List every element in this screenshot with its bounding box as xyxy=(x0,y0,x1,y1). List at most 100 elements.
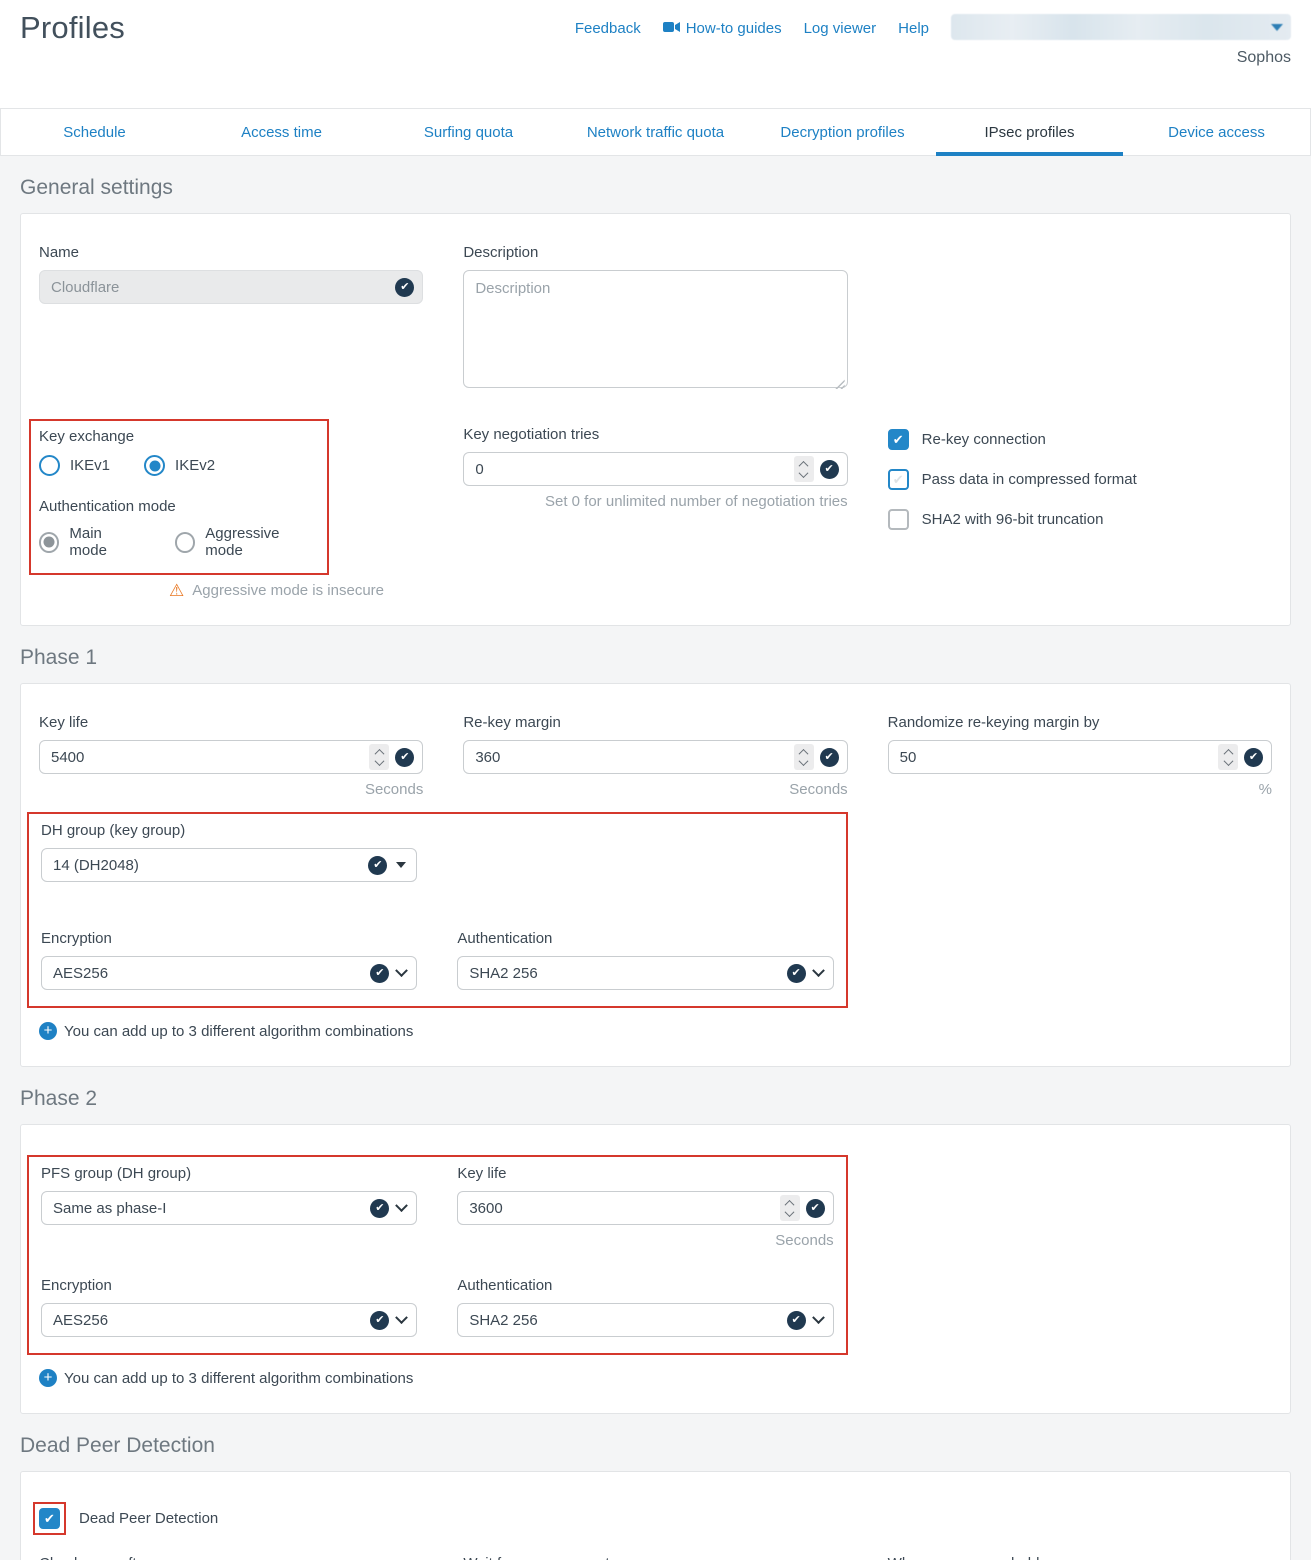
randomize-margin-input[interactable] xyxy=(900,749,1218,766)
rekey-connection-label: Re-key connection xyxy=(922,431,1046,448)
phase2-encryption-value: AES256 xyxy=(53,1312,370,1329)
dpd-checkbox-highlight-box: ✔ xyxy=(33,1502,66,1535)
phase1-authentication-select[interactable]: SHA2 256 ✔ xyxy=(457,956,833,990)
account-area: Sophos xyxy=(951,14,1291,67)
auth-mode-label: Authentication mode xyxy=(39,498,317,515)
help-link[interactable]: Help xyxy=(898,20,929,37)
feedback-link[interactable]: Feedback xyxy=(575,20,641,37)
ikev2-radio[interactable] xyxy=(144,455,165,476)
key-negotiation-input[interactable] xyxy=(475,461,793,478)
phase1-encryption-group: Encryption AES256 ✔ xyxy=(41,930,417,990)
tab-access-time[interactable]: Access time xyxy=(188,109,375,155)
tab-schedule[interactable]: Schedule xyxy=(1,109,188,155)
phase2-add-note: You can add up to 3 different algorithm … xyxy=(64,1370,413,1387)
phase2-key-life-input[interactable] xyxy=(469,1200,779,1217)
phase2-authentication-label: Authentication xyxy=(457,1277,833,1294)
key-exchange-highlight-box: Key exchange IKEv1 IKEv2 Authentication … xyxy=(29,419,329,575)
chevron-down-icon xyxy=(395,964,408,977)
phase1-key-life-input[interactable] xyxy=(51,749,369,766)
name-input-wrap: ✔ xyxy=(39,270,423,304)
main-mode-radio[interactable] xyxy=(39,532,59,553)
page-title: Profiles xyxy=(20,10,125,108)
number-stepper[interactable] xyxy=(794,456,814,482)
tab-ipsec-profiles[interactable]: IPsec profiles xyxy=(936,109,1123,155)
phase1-encryption-label: Encryption xyxy=(41,930,417,947)
phase1-heading: Phase 1 xyxy=(20,646,1291,670)
phase2-key-life-input-wrap: ✔ xyxy=(457,1191,833,1225)
add-plus-icon: + xyxy=(39,1022,57,1040)
phase2-card: PFS group (DH group) Same as phase-I ✔ K… xyxy=(20,1124,1291,1414)
description-textarea[interactable] xyxy=(463,270,847,388)
top-header: Profiles Feedback How-to guides Log view… xyxy=(0,0,1311,108)
compressed-format-checkbox[interactable]: ✔ xyxy=(888,469,909,490)
valid-check-icon: ✔ xyxy=(370,964,389,983)
tab-surfing-quota[interactable]: Surfing quota xyxy=(375,109,562,155)
aggressive-mode-radio[interactable] xyxy=(175,532,195,553)
description-label: Description xyxy=(463,244,847,261)
rekey-margin-input-wrap: ✔ xyxy=(463,740,847,774)
rekey-margin-group: Re-key margin ✔ Seconds xyxy=(463,714,847,798)
dpd-card: ✔ Dead Peer Detection Check peer after e… xyxy=(20,1471,1291,1560)
valid-check-icon: ✔ xyxy=(820,748,839,767)
valid-check-icon: ✔ xyxy=(806,1199,825,1218)
dh-group-select[interactable]: 14 (DH2048) ✔ xyxy=(41,848,417,882)
randomize-margin-label: Randomize re-keying margin by xyxy=(888,714,1272,731)
caret-down-icon xyxy=(396,862,406,868)
ikev1-label: IKEv1 xyxy=(70,457,110,474)
rekey-connection-row: ✔ Re-key connection xyxy=(888,429,1272,450)
key-negotiation-column: Key negotiation tries ✔ Set 0 for unlimi… xyxy=(463,419,847,599)
phase2-authentication-value: SHA2 256 xyxy=(469,1312,786,1329)
dpd-checkbox[interactable]: ✔ xyxy=(39,1508,60,1529)
randomize-margin-unit: % xyxy=(888,781,1272,798)
tab-network-traffic-quota[interactable]: Network traffic quota xyxy=(562,109,749,155)
rekey-margin-input[interactable] xyxy=(475,749,793,766)
tab-decryption-profiles[interactable]: Decryption profiles xyxy=(749,109,936,155)
phase1-add-combination[interactable]: + You can add up to 3 different algorith… xyxy=(39,1022,1272,1040)
pfs-group-select[interactable]: Same as phase-I ✔ xyxy=(41,1191,417,1225)
phase2-add-combination[interactable]: + You can add up to 3 different algorith… xyxy=(39,1369,1272,1387)
pfs-group-value: Same as phase-I xyxy=(53,1200,370,1217)
number-stepper[interactable] xyxy=(780,1195,800,1221)
tab-device-access[interactable]: Device access xyxy=(1123,109,1310,155)
valid-check-icon: ✔ xyxy=(370,1199,389,1218)
main-mode-label: Main mode xyxy=(69,525,141,559)
phase2-authentication-select[interactable]: SHA2 256 ✔ xyxy=(457,1303,833,1337)
ikev1-radio[interactable] xyxy=(39,455,60,476)
howto-guides-label: How-to guides xyxy=(686,20,782,37)
valid-check-icon: ✔ xyxy=(370,1311,389,1330)
check-peer-group: Check peer after every ✔ Seconds xyxy=(39,1555,423,1560)
rekey-connection-checkbox[interactable]: ✔ xyxy=(888,429,909,450)
description-field-group: Description xyxy=(463,244,847,393)
rekey-margin-unit: Seconds xyxy=(463,781,847,798)
number-stepper[interactable] xyxy=(1218,744,1238,770)
dh-group-value: 14 (DH2048) xyxy=(53,857,368,874)
key-negotiation-input-wrap: ✔ xyxy=(463,452,847,486)
phase2-algorithms-highlight-box: PFS group (DH group) Same as phase-I ✔ K… xyxy=(27,1155,848,1355)
chevron-down-icon xyxy=(1271,24,1283,31)
general-settings-heading: General settings xyxy=(20,176,1291,200)
valid-check-icon: ✔ xyxy=(1244,748,1263,767)
phase2-key-life-group: Key life ✔ Seconds xyxy=(457,1165,833,1249)
phase1-encryption-select[interactable]: AES256 ✔ xyxy=(41,956,417,990)
account-selector[interactable] xyxy=(951,14,1291,40)
phase2-authentication-group: Authentication SHA2 256 ✔ xyxy=(457,1277,833,1337)
name-label: Name xyxy=(39,244,423,261)
compressed-format-row: ✔ Pass data in compressed format xyxy=(888,469,1272,490)
sha2-truncation-checkbox[interactable]: ✔ xyxy=(888,509,909,530)
general-settings-card: Name ✔ Description xyxy=(20,213,1291,626)
description-textarea-wrap xyxy=(463,270,847,393)
phase1-authentication-value: SHA2 256 xyxy=(469,965,786,982)
number-stepper[interactable] xyxy=(794,744,814,770)
phase2-key-life-label: Key life xyxy=(457,1165,833,1182)
dpd-toggle-row: ✔ Dead Peer Detection xyxy=(39,1502,1272,1535)
dh-group-label: DH group (key group) xyxy=(41,822,417,839)
phase1-authentication-group: Authentication SHA2 256 ✔ xyxy=(457,930,833,990)
wait-response-group: Wait for response up to ✔ Seconds xyxy=(463,1555,847,1560)
dpd-heading: Dead Peer Detection xyxy=(20,1434,1291,1458)
log-viewer-link[interactable]: Log viewer xyxy=(804,20,877,37)
number-stepper[interactable] xyxy=(369,744,389,770)
dpd-toggle-label: Dead Peer Detection xyxy=(79,1510,218,1527)
howto-guides-link[interactable]: How-to guides xyxy=(663,20,782,37)
phase2-encryption-select[interactable]: AES256 ✔ xyxy=(41,1303,417,1337)
valid-check-icon: ✔ xyxy=(395,278,414,297)
